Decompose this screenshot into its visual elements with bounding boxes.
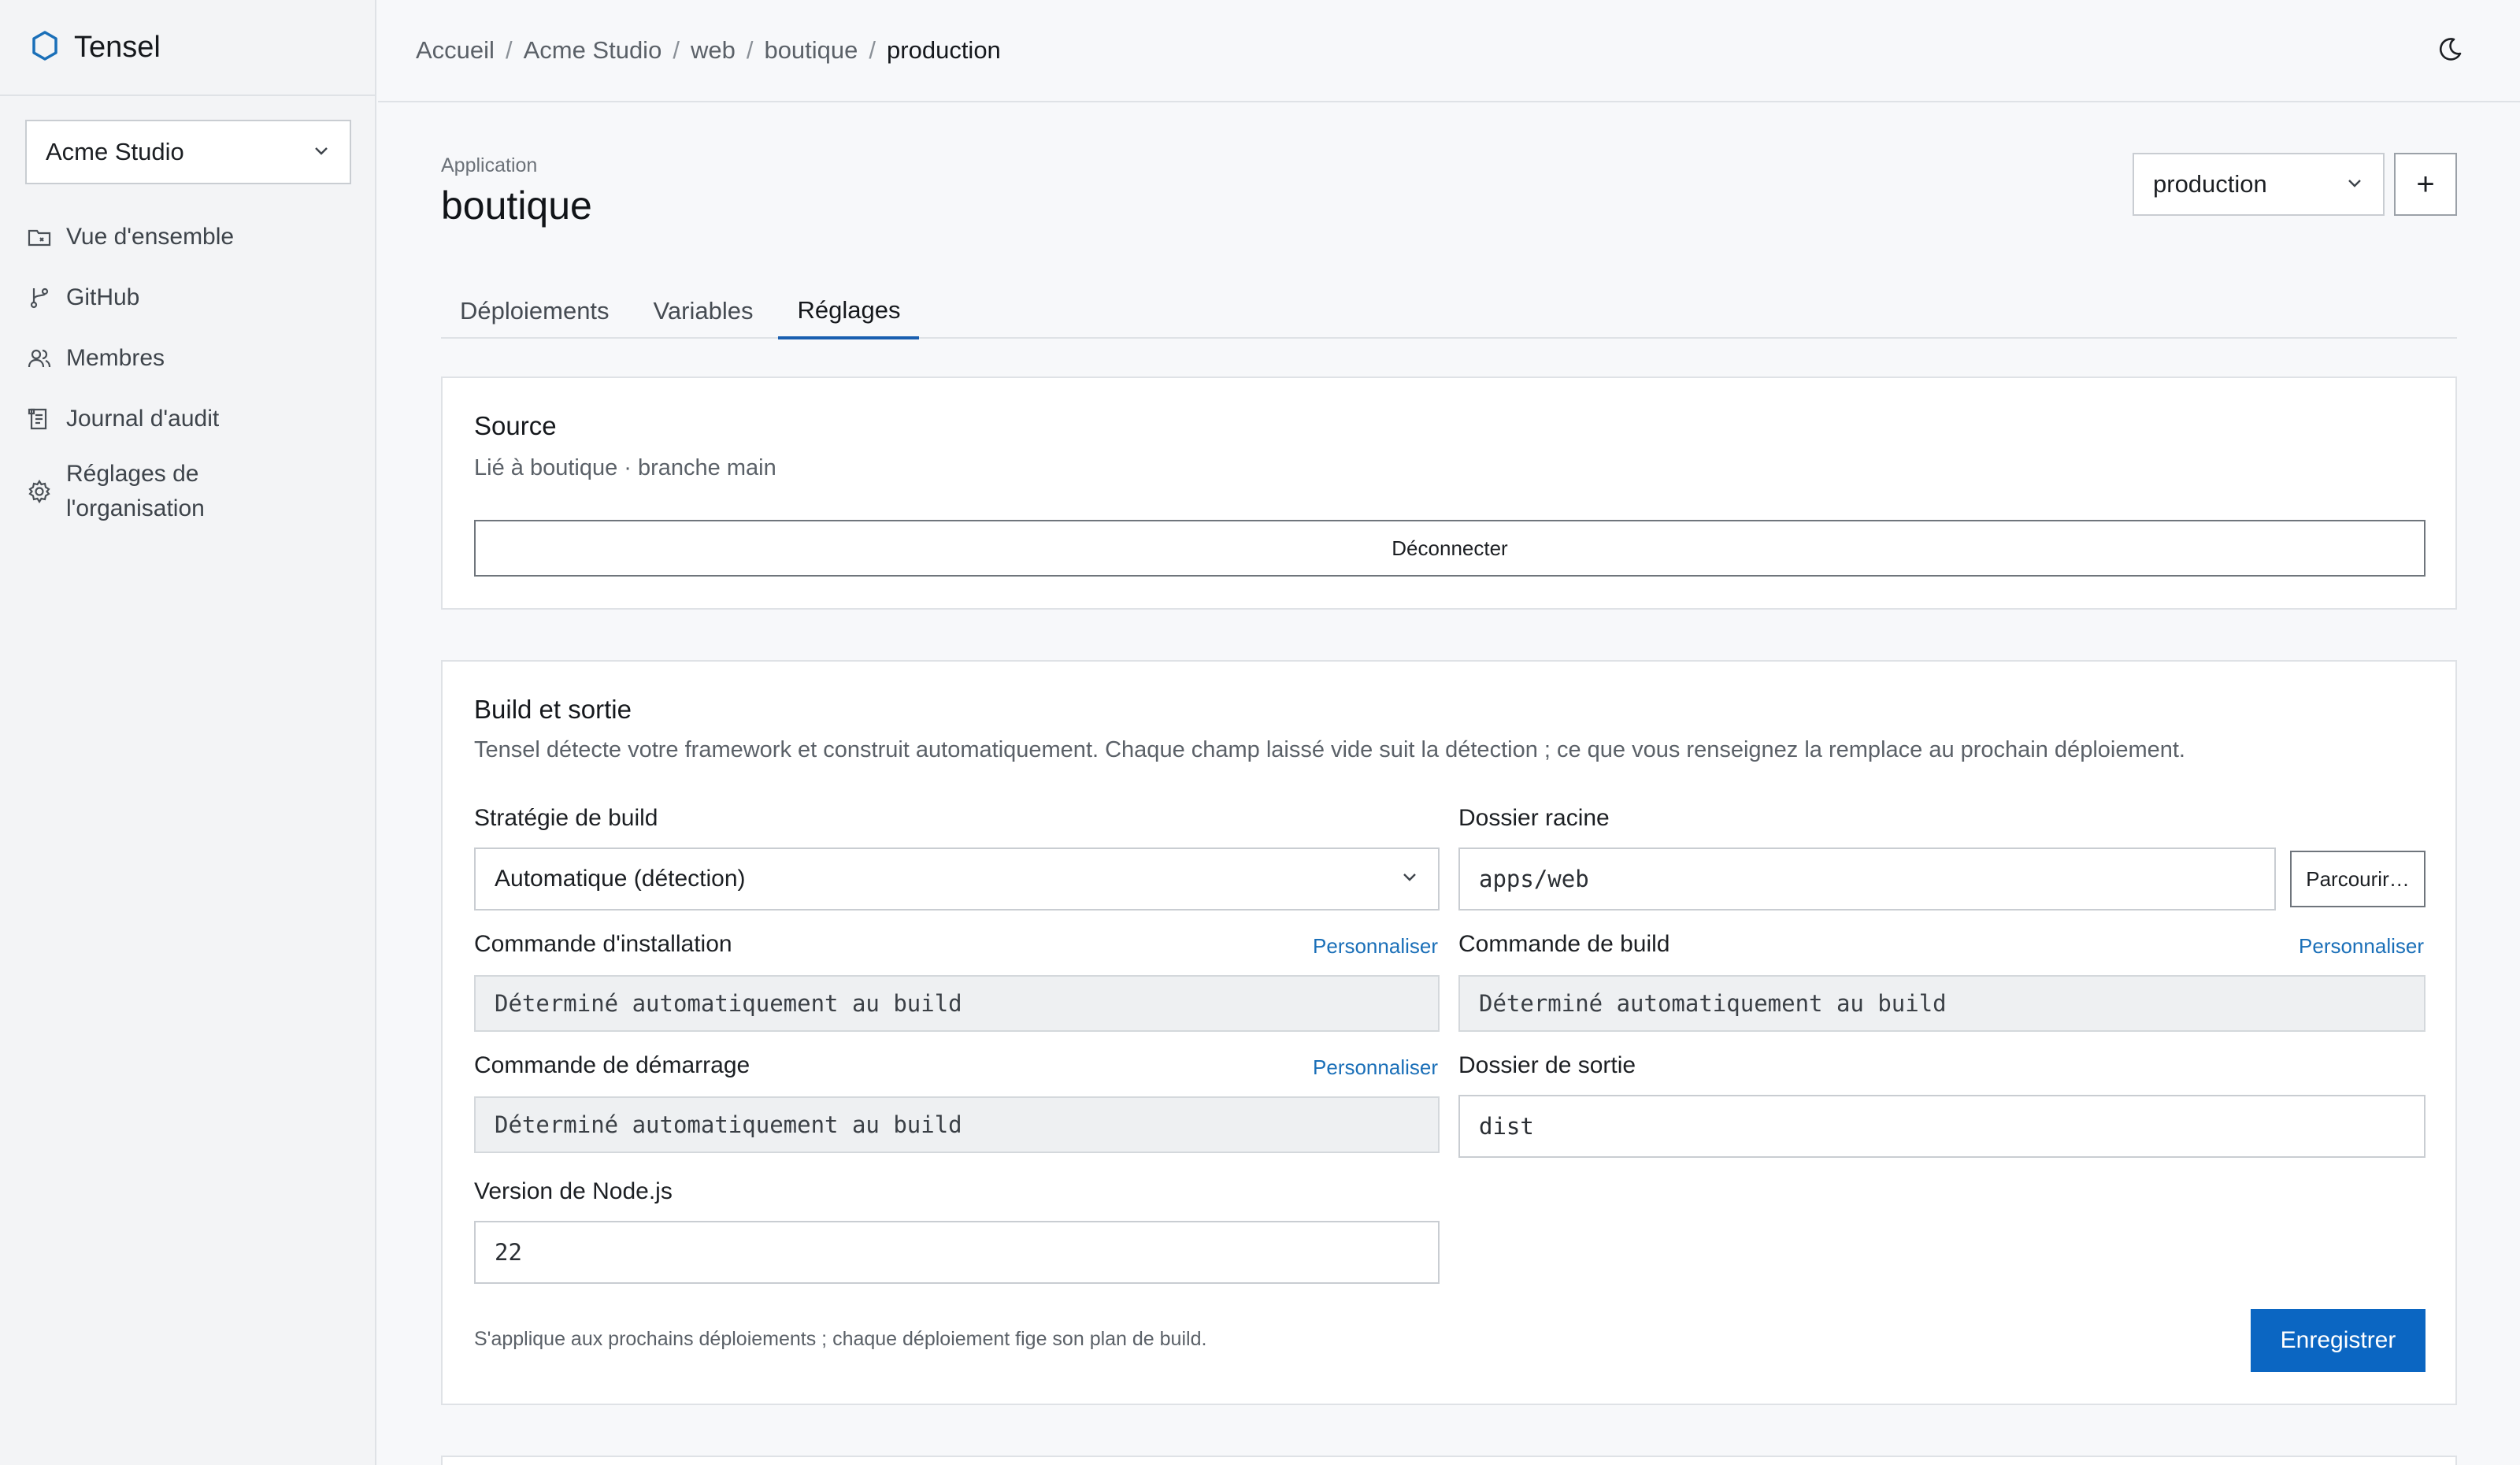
label-line: Réglages de	[66, 461, 199, 487]
breadcrumb: Accueil / Acme Studio / web / boutique /…	[416, 36, 1001, 65]
source-card: Source Lié à boutique · branche main Déc…	[441, 376, 2457, 610]
output-dir-input[interactable]: dist	[1458, 1095, 2426, 1158]
breadcrumb-separator: /	[505, 36, 513, 64]
gear-icon	[25, 477, 54, 506]
breadcrumb-separator: /	[869, 36, 876, 64]
environment-select-value: production	[2153, 170, 2267, 198]
build-description: Tensel détecte votre framework et constr…	[474, 737, 2185, 762]
install-cmd-input: Déterminé automatiquement au build	[474, 975, 1440, 1032]
tab-deployments[interactable]: Déploiements	[441, 284, 628, 339]
source-title: Source	[474, 411, 557, 440]
users-icon	[25, 344, 54, 373]
sidebar-item-audit-log[interactable]: Journal d'audit	[25, 388, 356, 449]
build-footnote: S'applique aux prochains déploiements ; …	[474, 1328, 1207, 1350]
start-cmd-input: Déterminé automatiquement au build	[474, 1096, 1440, 1153]
root-dir-label: Dossier racine	[1458, 805, 1610, 831]
start-cmd-label: Commande de démarrage	[474, 1052, 750, 1078]
breadcrumb-accueil[interactable]: Accueil	[416, 36, 495, 65]
brand[interactable]: Tensel	[0, 0, 375, 96]
brand-name: Tensel	[74, 30, 161, 64]
build-strategy-select[interactable]: Automatique (détection)	[474, 847, 1440, 911]
browse-button[interactable]: Parcourir…	[2290, 851, 2426, 907]
git-branch-icon	[25, 284, 54, 312]
breadcrumb-separator: /	[673, 36, 680, 64]
sidebar-item-members[interactable]: Membres	[25, 328, 356, 388]
build-cmd-customize-link[interactable]: Personnaliser	[2299, 934, 2424, 959]
org-select-value: Acme Studio	[46, 138, 184, 165]
sidebar: Tensel Acme Studio Vue d'ensemble GitHub…	[0, 0, 376, 1465]
breadcrumb-org[interactable]: Acme Studio	[524, 36, 662, 65]
breadcrumb-current: production	[887, 36, 1001, 64]
build-strategy-label: Stratégie de build	[474, 805, 658, 831]
build-cmd-label: Commande de build	[1458, 931, 1670, 957]
source-description: Lié à boutique · branche main	[474, 455, 776, 480]
sidebar-item-label: Vue d'ensemble	[66, 223, 235, 250]
sidebar-item-github[interactable]: GitHub	[25, 267, 356, 328]
node-version-input[interactable]: 22	[474, 1221, 1440, 1284]
sidebar-item-org-settings[interactable]: Réglages de l'organisation	[25, 449, 356, 534]
hexagon-logo-icon	[32, 30, 58, 65]
root-dir-input[interactable]: apps/web	[1458, 847, 2276, 911]
output-dir-label: Dossier de sortie	[1458, 1052, 1636, 1078]
environment-select[interactable]: production	[2133, 153, 2385, 216]
sidebar-item-label: GitHub	[66, 284, 140, 310]
chevron-down-icon	[312, 138, 331, 166]
chevron-down-icon	[1400, 866, 1419, 892]
breadcrumb-app[interactable]: boutique	[764, 36, 858, 65]
app-kicker: Application	[441, 154, 538, 176]
sidebar-item-label: Journal d'audit	[66, 405, 220, 432]
breadcrumb-separator: /	[746, 36, 754, 64]
build-cmd-input: Déterminé automatiquement au build	[1458, 975, 2426, 1032]
node-version-label: Version de Node.js	[474, 1178, 673, 1204]
chevron-down-icon	[2345, 170, 2364, 198]
sidebar-item-label: Réglages de l'organisation	[66, 457, 205, 526]
breadcrumb-project[interactable]: web	[691, 36, 736, 65]
build-strategy-value: Automatique (détection)	[495, 866, 746, 892]
sidebar-item-overview[interactable]: Vue d'ensemble	[25, 206, 356, 267]
save-button[interactable]: Enregistrer	[2251, 1309, 2426, 1372]
install-cmd-customize-link[interactable]: Personnaliser	[1313, 934, 1438, 959]
sidebar-item-label: Membres	[66, 344, 165, 371]
add-environment-button[interactable]: +	[2394, 153, 2457, 216]
tabs: Déploiements Variables Réglages	[441, 284, 2457, 339]
overview-icon	[25, 223, 54, 251]
build-card: Build et sortie Tensel détecte votre fra…	[441, 660, 2457, 1405]
tab-settings[interactable]: Réglages	[778, 284, 920, 339]
audit-log-icon	[25, 405, 54, 433]
page-title: boutique	[441, 184, 592, 228]
plus-icon: +	[2416, 166, 2435, 202]
start-cmd-customize-link[interactable]: Personnaliser	[1313, 1055, 1438, 1080]
label-line: l'organisation	[66, 495, 205, 521]
build-title: Build et sortie	[474, 695, 632, 724]
top-bar: Accueil / Acme Studio / web / boutique /…	[378, 0, 2520, 102]
disconnect-button[interactable]: Déconnecter	[474, 520, 2426, 577]
org-select[interactable]: Acme Studio	[25, 120, 351, 184]
next-card	[441, 1456, 2457, 1465]
install-cmd-label: Commande d'installation	[474, 931, 732, 957]
theme-toggle-moon-icon[interactable]	[2437, 36, 2466, 66]
tab-variables[interactable]: Variables	[635, 284, 773, 339]
sidebar-nav: Vue d'ensemble GitHub Membres Journal d'…	[25, 206, 356, 534]
